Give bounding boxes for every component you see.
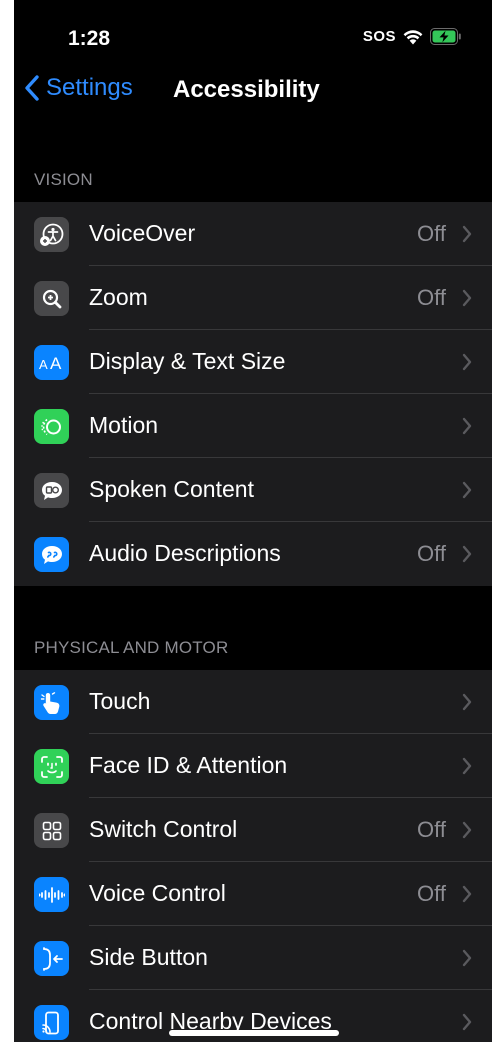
svg-text:A: A: [39, 357, 48, 372]
side-button-icon: [34, 941, 69, 976]
motion-icon: [34, 409, 69, 444]
row-label: Audio Descriptions: [89, 540, 281, 566]
row-voice-control[interactable]: Voice Control Off: [14, 862, 492, 926]
chevron-right-icon: [462, 821, 472, 839]
row-switch-control[interactable]: Switch Control Off: [14, 798, 492, 862]
chevron-right-icon: [462, 225, 472, 243]
chevron-right-icon: [462, 693, 472, 711]
row-audio-descriptions[interactable]: Audio Descriptions Off: [14, 522, 492, 586]
battery-charging-icon: [430, 28, 462, 45]
face-id-icon: [34, 749, 69, 784]
row-value: Off: [417, 881, 446, 906]
voiceover-icon: [34, 217, 69, 252]
row-label: Zoom: [89, 284, 148, 310]
home-indicator[interactable]: [169, 1030, 339, 1036]
carrier-sos-label: SOS: [362, 28, 396, 45]
chevron-left-icon: [24, 74, 40, 102]
section-header-vision: VISION: [34, 170, 93, 189]
physical-motor-group: Touch Face ID & Attention Switch Control…: [14, 670, 492, 1042]
nearby-devices-icon: [34, 1005, 69, 1040]
row-value: Off: [417, 285, 446, 310]
row-zoom[interactable]: Zoom Off: [14, 266, 492, 330]
row-label: VoiceOver: [89, 220, 196, 246]
row-value: Off: [417, 817, 446, 842]
chevron-right-icon: [462, 1013, 472, 1031]
row-value: Off: [417, 541, 446, 566]
row-motion[interactable]: Motion: [14, 394, 492, 458]
section-header-physical-and-motor: PHYSICAL AND MOTOR: [34, 638, 229, 657]
vision-group: VoiceOver Off Zoom Off A A Display & Tex…: [14, 202, 492, 586]
row-label: Touch: [89, 688, 151, 714]
row-label: Switch Control: [89, 816, 238, 842]
row-label: Motion: [89, 412, 159, 438]
voice-control-icon: [34, 877, 69, 912]
touch-icon: [34, 685, 69, 720]
status-indicators: SOS: [363, 28, 462, 45]
row-touch[interactable]: Touch: [14, 670, 492, 734]
chevron-right-icon: [462, 289, 472, 307]
row-label: Face ID & Attention: [89, 752, 288, 778]
chevron-right-icon: [462, 545, 472, 563]
chevron-right-icon: [462, 417, 472, 435]
audio-descriptions-icon: [34, 537, 69, 572]
chevron-right-icon: [462, 757, 472, 775]
chevron-right-icon: [462, 353, 472, 371]
row-voiceover[interactable]: VoiceOver Off: [14, 202, 492, 266]
chevron-right-icon: [462, 885, 472, 903]
switch-control-icon: [34, 813, 69, 848]
zoom-icon: [34, 281, 69, 316]
chevron-right-icon: [462, 949, 472, 967]
text-size-icon: A A: [34, 345, 69, 380]
accessibility-screen: 1:28 SOS Settings Accessibility VISION V…: [14, 0, 492, 1042]
svg-text:A: A: [50, 354, 62, 373]
row-display-text-size[interactable]: A A Display & Text Size: [14, 330, 492, 394]
row-value: Off: [417, 221, 446, 246]
row-label: Voice Control: [89, 880, 226, 906]
status-bar: 1:28 SOS: [14, 0, 492, 72]
page-title: Accessibility: [173, 76, 320, 103]
wifi-icon: [402, 28, 424, 45]
back-button[interactable]: Settings: [24, 74, 133, 102]
navigation-bar: Settings Accessibility: [14, 72, 492, 112]
row-label: Side Button: [89, 944, 208, 970]
row-side-button[interactable]: Side Button: [14, 926, 492, 990]
status-time: 1:28: [68, 27, 111, 50]
chevron-right-icon: [462, 481, 472, 499]
row-label: Display & Text Size: [89, 348, 286, 374]
row-spoken-content[interactable]: Spoken Content: [14, 458, 492, 522]
back-button-label: Settings: [46, 74, 133, 101]
row-label: Spoken Content: [89, 476, 254, 502]
row-face-id-attention[interactable]: Face ID & Attention: [14, 734, 492, 798]
spoken-content-icon: [34, 473, 69, 508]
